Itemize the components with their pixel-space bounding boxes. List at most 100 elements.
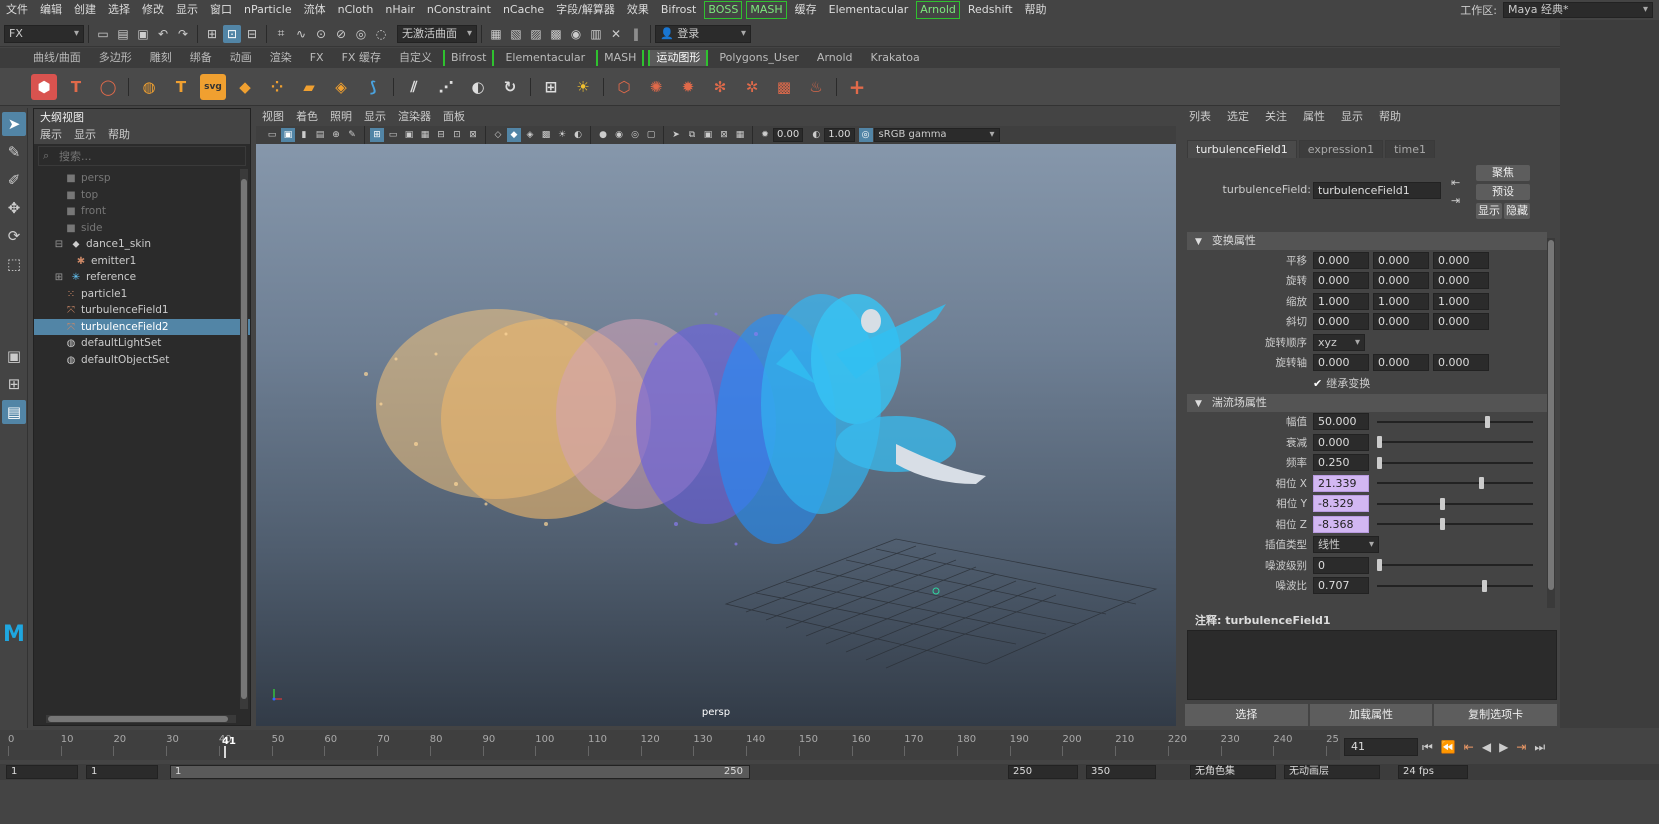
rotate-z-field[interactable]: 0.000 <box>1433 272 1489 290</box>
outliner-item-selected[interactable]: ⤧ turbulenceField2 <box>34 318 250 335</box>
save-scene-icon[interactable]: ▣ <box>134 25 152 43</box>
animation-start-field[interactable]: 1 <box>6 765 78 779</box>
tab-turbulencefield1[interactable]: turbulenceField1 <box>1187 139 1297 159</box>
attr-slider[interactable] <box>1377 518 1533 531</box>
xray-active-icon[interactable]: ⊠ <box>717 128 731 142</box>
hypershade-icon[interactable]: ◉ <box>567 25 585 43</box>
ambient-occlusion-icon[interactable]: ● <box>596 128 610 142</box>
scrollbar-thumb[interactable] <box>241 179 247 699</box>
attr-value-field[interactable]: 0.707 <box>1313 577 1369 595</box>
grid-icon[interactable]: ⊞ <box>538 74 564 100</box>
scrollbar-thumb[interactable] <box>1548 240 1554 590</box>
slider-knob[interactable] <box>1482 579 1487 592</box>
type-tool-icon[interactable]: T <box>63 74 89 100</box>
snap-curve-icon[interactable]: ∿ <box>292 25 310 43</box>
menu-windows[interactable]: 窗口 <box>204 0 238 20</box>
viewport-menu-renderer[interactable]: 渲染器 <box>392 108 437 126</box>
viewport-menu-panels[interactable]: 面板 <box>437 108 471 126</box>
menu-mash[interactable]: MASH <box>746 1 787 19</box>
ae-menu-focus[interactable]: 关注 <box>1257 108 1295 126</box>
outliner-item[interactable]: ■ persp <box>34 170 250 187</box>
ae-menu-selected[interactable]: 选定 <box>1219 108 1257 126</box>
translate-y-field[interactable]: 0.000 <box>1373 251 1429 269</box>
shelf-tab-arnold[interactable]: Arnold <box>808 48 862 68</box>
menu-effects[interactable]: 效果 <box>621 0 655 20</box>
ae-menu-show[interactable]: 显示 <box>1333 108 1371 126</box>
attr-slider[interactable] <box>1377 415 1533 428</box>
snap-point-icon[interactable]: ⊙ <box>312 25 330 43</box>
menu-arnold[interactable]: Arnold <box>916 1 960 19</box>
attr-slider[interactable] <box>1377 497 1533 510</box>
rotate-axis-z-field[interactable]: 0.000 <box>1433 354 1489 372</box>
shelf-tab-elementacular[interactable]: Elementacular <box>496 48 594 68</box>
slider-knob[interactable] <box>1377 559 1382 572</box>
select-object-icon[interactable]: ⊡ <box>223 24 241 43</box>
attr-value-field[interactable]: 0 <box>1313 556 1369 574</box>
resolution-gate-icon[interactable]: ▣ <box>402 128 416 142</box>
new-scene-icon[interactable]: ▭ <box>94 25 112 43</box>
tab-time1[interactable]: time1 <box>1385 139 1435 159</box>
bookmark-icon[interactable]: ▮ <box>297 128 311 142</box>
outliner-item[interactable]: ◍ defaultObjectSet <box>34 352 250 369</box>
explode-icon[interactable]: ✺ <box>643 74 669 100</box>
menu-nparticle[interactable]: nParticle <box>238 0 298 20</box>
crate-icon[interactable]: ▩ <box>771 74 797 100</box>
snap-surface-icon[interactable]: ◎ <box>352 25 370 43</box>
go-to-end-icon[interactable]: ⏭ <box>1534 740 1545 755</box>
viewport-3d[interactable]: persp <box>256 144 1176 726</box>
play-backward-icon[interactable]: ◀ <box>1482 740 1491 754</box>
scale-x-field[interactable]: 1.000 <box>1313 292 1369 310</box>
shelf-tab-polygons[interactable]: 多边形 <box>90 48 141 68</box>
menu-bifrost[interactable]: Bifrost <box>655 0 703 20</box>
snap-live-icon[interactable]: ◌ <box>372 25 390 43</box>
plus-icon[interactable]: + <box>844 74 870 100</box>
menu-select[interactable]: 选择 <box>102 0 136 20</box>
select-tool-icon[interactable]: ➤ <box>2 112 26 136</box>
current-frame-field[interactable]: 41 <box>1344 738 1418 756</box>
menu-nhair[interactable]: nHair <box>379 0 421 20</box>
curve-path-icon[interactable]: ⟆ <box>360 74 386 100</box>
outliner-item[interactable]: ✱ emitter1 <box>34 253 250 270</box>
shear-x-field[interactable]: 0.000 <box>1313 313 1369 331</box>
wireframe-icon[interactable]: ◇ <box>491 128 505 142</box>
flame-icon[interactable]: ♨ <box>803 74 829 100</box>
attr-value-field[interactable]: 0.000 <box>1313 433 1369 451</box>
tab-expression1[interactable]: expression1 <box>1298 139 1384 159</box>
show-button[interactable]: 显示 <box>1476 203 1502 219</box>
shelf-tab-krakatoa[interactable]: Krakatoa <box>862 48 929 68</box>
outliner-layout-icon[interactable]: ▤ <box>2 400 26 424</box>
smooth-shade-icon[interactable]: ◆ <box>507 128 521 142</box>
menu-ncloth[interactable]: nCloth <box>332 0 380 20</box>
scale-y-field[interactable]: 1.000 <box>1373 292 1429 310</box>
single-view-icon[interactable]: ▣ <box>2 344 26 368</box>
focus-button[interactable]: 聚焦 <box>1476 165 1530 181</box>
image-plane-icon[interactable]: ▤ <box>313 128 327 142</box>
menu-nconstraint[interactable]: nConstraint <box>421 0 497 20</box>
wireframe-on-shaded-icon[interactable]: ◈ <box>523 128 537 142</box>
hide-button[interactable]: 隐藏 <box>1504 203 1530 219</box>
swirl-icon[interactable]: ✻ <box>707 74 733 100</box>
menu-display[interactable]: 显示 <box>170 0 204 20</box>
anim-layer-dropdown[interactable]: 无动画层 <box>1284 765 1380 779</box>
translate-z-field[interactable]: 0.000 <box>1433 251 1489 269</box>
slider-knob[interactable] <box>1485 415 1490 428</box>
turbulence-section-header[interactable]: ▼ 湍流场属性 <box>1187 393 1547 412</box>
range-slider[interactable]: 1 250 <box>170 765 750 779</box>
login-dropdown[interactable]: 👤 登录 <box>655 24 751 43</box>
svg-icon[interactable]: svg <box>200 73 226 100</box>
shelf-tab-custom[interactable]: 自定义 <box>390 48 441 68</box>
attr-value-field[interactable]: 21.339 <box>1313 474 1369 492</box>
open-scene-icon[interactable]: ▤ <box>114 25 132 43</box>
safe-action-icon[interactable]: ⊡ <box>450 128 464 142</box>
outliner-menu-display[interactable]: 显示 <box>68 126 102 144</box>
shelf-tab-bifrost[interactable]: Bifrost <box>442 50 495 66</box>
slider-knob[interactable] <box>1377 436 1382 449</box>
slider-knob[interactable] <box>1440 518 1445 531</box>
spark-icon[interactable]: ✲ <box>739 74 765 100</box>
time-slider[interactable]: 0 10 20 30 40 50 60 70 80 90 100 110 120 130 140 150 160… <box>0 730 1340 760</box>
attr-slider[interactable] <box>1377 559 1533 572</box>
film-gate-icon[interactable]: ▭ <box>386 128 400 142</box>
scale-z-field[interactable]: 1.000 <box>1433 292 1489 310</box>
menu-create[interactable]: 创建 <box>68 0 102 20</box>
gate-mask-icon[interactable]: ▦ <box>418 128 432 142</box>
